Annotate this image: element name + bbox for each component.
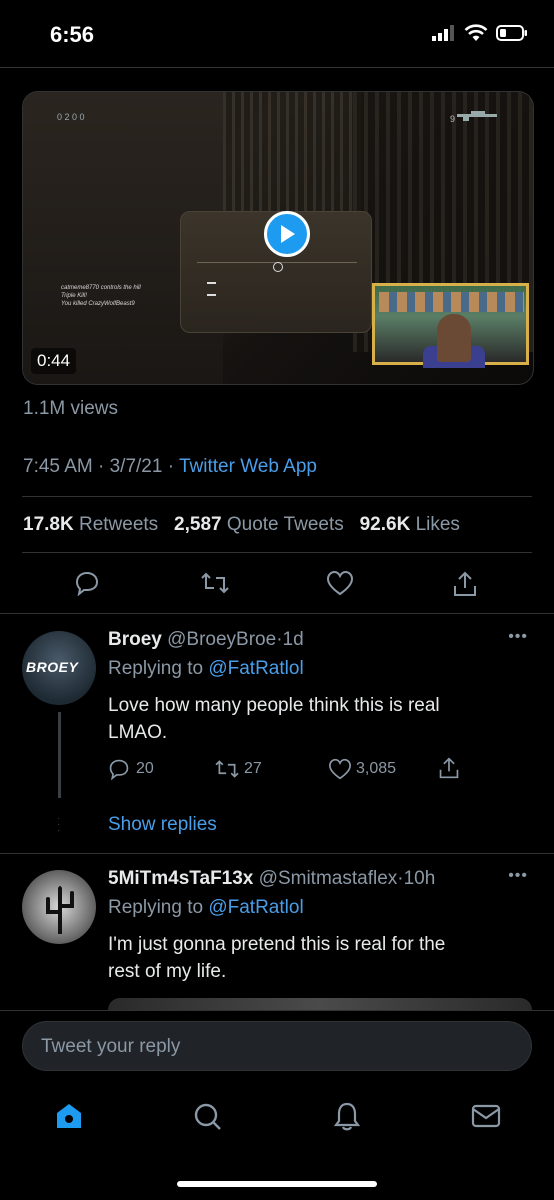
streamer: [437, 314, 471, 362]
crosshair-icon: [273, 262, 283, 272]
quote-tweets-stat[interactable]: 2,587 Quote Tweets: [174, 514, 344, 535]
home-icon[interactable]: [55, 1102, 83, 1130]
reply-text: Love how many people think this is real …: [108, 695, 440, 743]
compose-placeholder: Tweet your reply: [41, 1036, 181, 1057]
more-options-icon[interactable]: •••: [508, 867, 528, 885]
thread-dots: · · ·: [57, 813, 61, 836]
reply-icon[interactable]: [74, 570, 100, 596]
status-time: 6:56: [50, 22, 95, 47]
share-icon[interactable]: [438, 756, 460, 780]
play-icon: [281, 225, 295, 243]
killfeed-line: Triple Kill!: [61, 293, 87, 299]
home-indicator: [177, 1181, 377, 1187]
author-name[interactable]: 5MiTm4sTaF13x: [108, 868, 253, 889]
search-icon[interactable]: [193, 1102, 223, 1132]
replying-to: Replying to @FatRatlol: [108, 897, 304, 918]
battery-icon: [496, 25, 527, 41]
reply-text: I'm just gonna pretend this is real for …: [108, 934, 446, 982]
divider: [0, 67, 554, 68]
game-hud-ammo: 9: [449, 114, 455, 124]
thread-line: [58, 712, 61, 798]
reply-header: 5MiTm4sTaF13x @Smitmastaflex·10h: [108, 868, 436, 889]
retweet-icon[interactable]: [200, 570, 230, 596]
show-replies-link[interactable]: Show replies: [108, 814, 217, 836]
status-icons: [432, 24, 528, 42]
like-count: 3,085: [356, 760, 397, 777]
likes-stat[interactable]: 92.6K Likes: [360, 514, 460, 535]
weapon-icon: [457, 111, 497, 121]
author-handle[interactable]: @Smitmastaflex: [259, 868, 398, 889]
notifications-icon[interactable]: [333, 1101, 361, 1133]
retweet-count: 27: [244, 760, 262, 777]
messages-icon[interactable]: [471, 1104, 501, 1128]
hud-menu-icon: [207, 282, 216, 296]
replying-to: Replying to @FatRatlol: [108, 658, 304, 679]
tweet-stats: 17.8K Retweets 2,587 Quote Tweets 92.6K …: [23, 514, 460, 536]
avatar[interactable]: BROEY: [22, 631, 96, 705]
game-killfeed: catmeme8770 controls the hill Triple Kil…: [61, 284, 141, 308]
like-icon[interactable]: [328, 758, 352, 780]
tweet-meta: 7:45 AM · 3/7/21 · Twitter Web App: [23, 456, 317, 477]
share-icon[interactable]: [452, 570, 478, 598]
retweet-icon[interactable]: [214, 758, 240, 780]
wifi-icon: [464, 24, 488, 41]
reply-icon[interactable]: [108, 758, 130, 780]
tab-bar: [0, 1078, 554, 1158]
cactus-silhouette: [46, 886, 74, 934]
like-icon[interactable]: [326, 570, 354, 596]
reply-header: Broey @BroeyBroe·1d: [108, 629, 304, 650]
killfeed-line: catmeme8770 controls the hill: [61, 285, 141, 291]
game-hud-score: 0 2 0 0: [57, 112, 85, 122]
avatar[interactable]: [22, 870, 96, 944]
reply-time: 1d: [282, 629, 304, 650]
tweet-time: 7:45 AM: [23, 456, 93, 477]
mention-link[interactable]: @FatRatlol: [208, 658, 303, 679]
video-player[interactable]: 0 2 0 0 9 catmeme8770 controls the hill …: [22, 91, 534, 385]
play-button[interactable]: [264, 211, 310, 257]
tweet-actions: [0, 560, 554, 610]
webcam-overlay: [372, 283, 529, 368]
view-count: 1.1M views: [23, 398, 119, 419]
signal-icon: [432, 25, 454, 41]
reply-count: 20: [136, 760, 154, 777]
author-name[interactable]: Broey: [108, 629, 162, 650]
video-duration: 0:44: [31, 348, 77, 374]
more-options-icon[interactable]: •••: [508, 628, 528, 646]
reply-actions: 20 27 3,085: [108, 756, 528, 784]
reply-compose-input[interactable]: Tweet your reply: [22, 1021, 532, 1071]
killfeed-line: You killed CrazyWolfBeast9: [61, 301, 135, 307]
mention-link[interactable]: @FatRatlol: [208, 897, 303, 918]
retweets-stat[interactable]: 17.8K Retweets: [23, 514, 158, 535]
author-handle[interactable]: @BroeyBroe: [167, 629, 276, 650]
tweet-source[interactable]: Twitter Web App: [179, 456, 317, 477]
tweet-date: 3/7/21: [109, 456, 163, 477]
reply-time: 10h: [403, 868, 436, 889]
